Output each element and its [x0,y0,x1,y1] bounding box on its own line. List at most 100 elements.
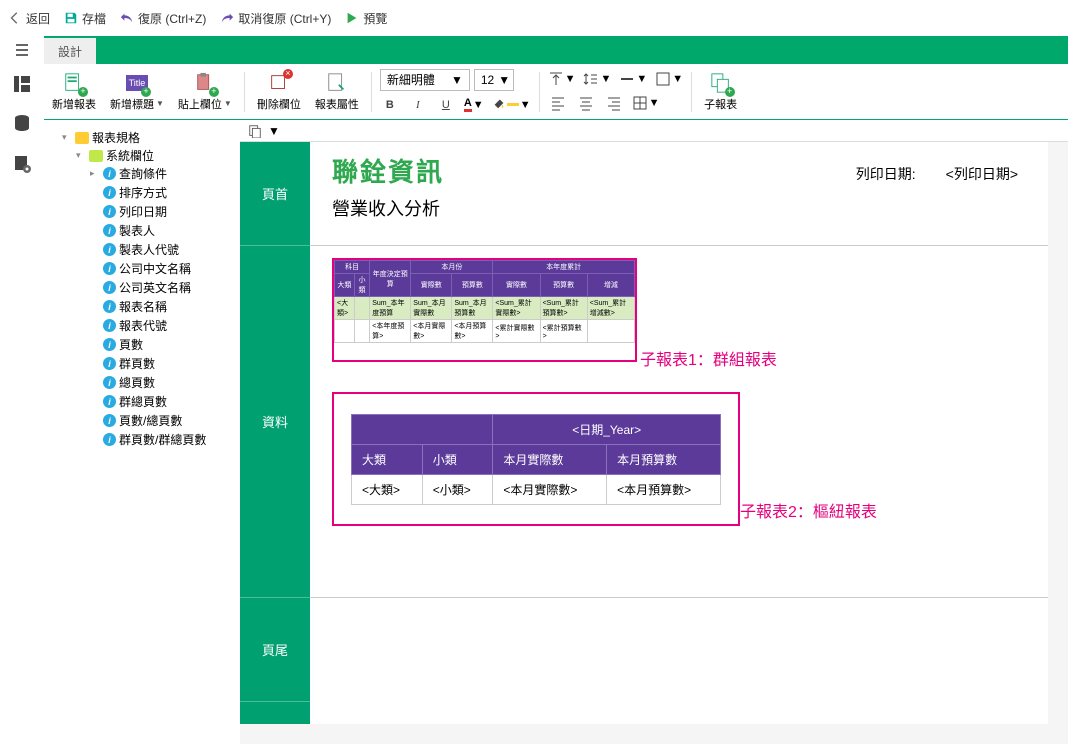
chevron-left-icon [8,11,22,25]
underline-button[interactable]: U [436,95,456,115]
subreport-button[interactable]: 子報表 [700,70,741,114]
tree-item[interactable]: i頁數/總頁數 [90,412,236,429]
italic-button[interactable]: I [408,95,428,115]
info-icon: i [103,262,116,275]
tree-item[interactable]: i報表代號 [90,317,236,334]
delete-icon [268,72,290,94]
tab-design[interactable]: 設計 [44,38,96,64]
tree-item[interactable]: i群頁數 [90,355,236,372]
menu-toggle-button[interactable] [0,36,44,64]
gutter-data[interactable]: 資料 [240,246,310,598]
align-left-button[interactable] [548,93,568,113]
bucket-icon [492,96,506,113]
info-icon: i [103,395,116,408]
new-title-button[interactable]: Title 新增標題▼ [106,70,168,114]
tree-item[interactable]: i製表人代號 [90,241,236,258]
tree-item[interactable]: i列印日期 [90,203,236,220]
tree-item[interactable]: i公司英文名稱 [90,279,236,296]
border-button[interactable]: ▼ [655,71,683,87]
canvas-tool-dropdown[interactable]: ▼ [268,124,280,138]
tree-item[interactable]: i排序方式 [90,184,236,201]
tree-item[interactable]: i總頁數 [90,374,236,391]
redo-button[interactable]: 取消復原 (Ctrl+Y) [220,10,331,27]
body-split: ▾報表規格 ▾系統欄位 ▸i查詢條件i排序方式i列印日期i製表人i製表人代號i公… [44,120,1068,744]
tree-item[interactable]: ▸i查詢條件 [90,165,236,182]
bold-button[interactable]: B [380,95,400,115]
play-icon [345,11,359,25]
rail-settings-button[interactable] [12,154,32,174]
info-icon: i [103,357,116,370]
font-name-select[interactable]: 新細明體▼ [380,69,470,91]
design-canvas[interactable]: 頁首 資料 頁尾 聯銓資訊 營業收入分析 列印日期: <列印日期> [240,142,1068,744]
cell-style-button[interactable]: ▼ [632,95,660,111]
align-right-button[interactable] [604,93,624,113]
tree-item[interactable]: i頁數 [90,336,236,353]
info-icon: i [103,243,116,256]
new-report-icon [63,72,85,94]
new-report-button[interactable]: 新增報表 [48,70,100,114]
line-height-button[interactable]: ▼ [583,71,611,87]
tree-item-label: 公司英文名稱 [119,279,191,296]
new-report-label: 新增報表 [52,96,96,112]
tree-item[interactable]: i製表人 [90,222,236,239]
hamburger-icon [14,42,30,58]
gutter-footer[interactable]: 頁尾 [240,598,310,702]
align-center-button[interactable] [576,93,596,113]
preview-button[interactable]: 預覽 [345,10,387,27]
paste-field-button[interactable]: 貼上欄位▼ [174,70,236,114]
subreport1-frame[interactable]: 科目 年度決定預算 本月份 本年度累計 大類小類 實際數預算數 [332,258,637,362]
tree-item-label: 頁數 [119,336,143,353]
canvas-toolbar: ▼ [240,120,1068,142]
highlight-button[interactable]: ▼ [492,96,531,113]
report-prop-label: 報表屬性 [315,96,359,112]
rail-database-button[interactable] [12,114,32,134]
subreport-icon [710,72,732,94]
header-section[interactable]: 聯銓資訊 營業收入分析 列印日期: <列印日期> [310,142,1048,246]
left-rail [0,64,44,744]
tree-root[interactable]: ▾報表規格 [62,129,236,146]
font-size-select[interactable]: 12▼ [474,69,514,91]
tree-item[interactable]: i報表名稱 [90,298,236,315]
line-style-button[interactable]: ▼ [619,71,647,87]
gutter-header[interactable]: 頁首 [240,142,310,246]
subreport1-label: 子報表1：群組報表 [640,346,777,370]
rail-layout-button[interactable] [12,74,32,94]
tree-item-label: 查詢條件 [119,165,167,182]
report-prop-button[interactable]: 報表屬性 [311,70,363,114]
tree-item[interactable]: i群頁數/群總頁數 [90,431,236,448]
info-icon: i [103,376,116,389]
tree-item[interactable]: i群總頁數 [90,393,236,410]
tab-row: 設計 [0,36,1068,64]
undo-button[interactable]: 復原 (Ctrl+Z) [120,10,206,27]
footer-section[interactable] [310,598,1048,702]
print-date: 列印日期: <列印日期> [856,164,1018,184]
new-title-label: 新增標題▼ [110,96,164,112]
border-icon [655,71,671,87]
font-color-button[interactable]: A▼ [464,97,484,112]
tree-item-label: 報表代號 [119,317,167,334]
info-icon: i [103,186,116,199]
folder-icon [75,132,89,144]
ribbon-separator [371,72,372,112]
redo-icon [220,11,234,25]
tree-item-label: 群頁數/群總頁數 [119,431,206,448]
tree-item-label: 總頁數 [119,374,155,391]
ribbon-separator [244,72,245,112]
tree-system-fields[interactable]: ▾系統欄位 [76,147,236,164]
info-icon: i [103,205,116,218]
tab-strip: 設計 [44,36,1068,64]
tree-item-label: 報表名稱 [119,298,167,315]
info-icon: i [103,414,116,427]
preview-label: 預覽 [363,10,387,27]
tree-item[interactable]: i公司中文名稱 [90,260,236,277]
delete-field-button[interactable]: 刪除欄位 [253,70,305,114]
content-area: 新增報表 Title 新增標題▼ 貼上欄位▼ 刪除欄位 報表屬性 [44,64,1068,744]
data-section[interactable]: 子報表1：群組報表 子報表2：樞紐報表 科目 年度決定預算 本月份 [310,246,1048,598]
align-top-button[interactable]: ▼ [548,71,576,87]
grid-icon [632,95,648,111]
save-button[interactable]: 存檔 [64,10,106,27]
back-button[interactable]: 返回 [8,10,50,27]
canvas-area: ▼ 頁首 資料 頁尾 聯銓資訊 營業收入分析 列印日期: [240,120,1068,744]
subreport2-frame[interactable]: <日期_Year> 大類小類 本月實際數本月預算數 <大類><小類> <本月實際… [332,392,740,526]
copy-button[interactable] [248,124,262,138]
